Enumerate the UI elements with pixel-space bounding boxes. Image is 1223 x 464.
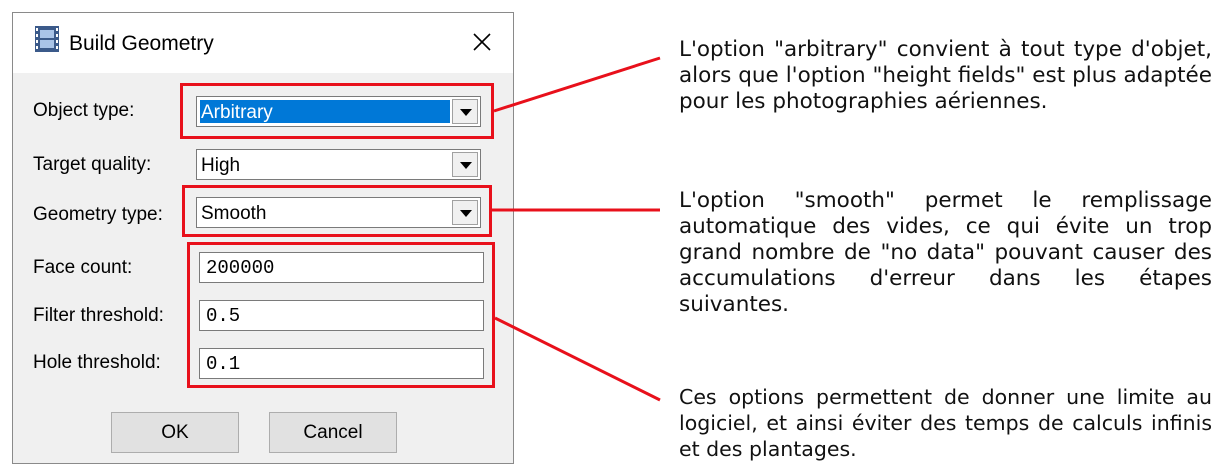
thresholds-connector — [494, 316, 661, 402]
thresholds-note: Ces options permettent de donner une lim… — [679, 385, 1212, 461]
object-type-connector — [493, 56, 661, 113]
geometry-type-note: L'option "smooth" permet le remplissage … — [679, 188, 1212, 317]
object-type-note: L'option "arbitrary" convient à tout typ… — [679, 37, 1212, 114]
